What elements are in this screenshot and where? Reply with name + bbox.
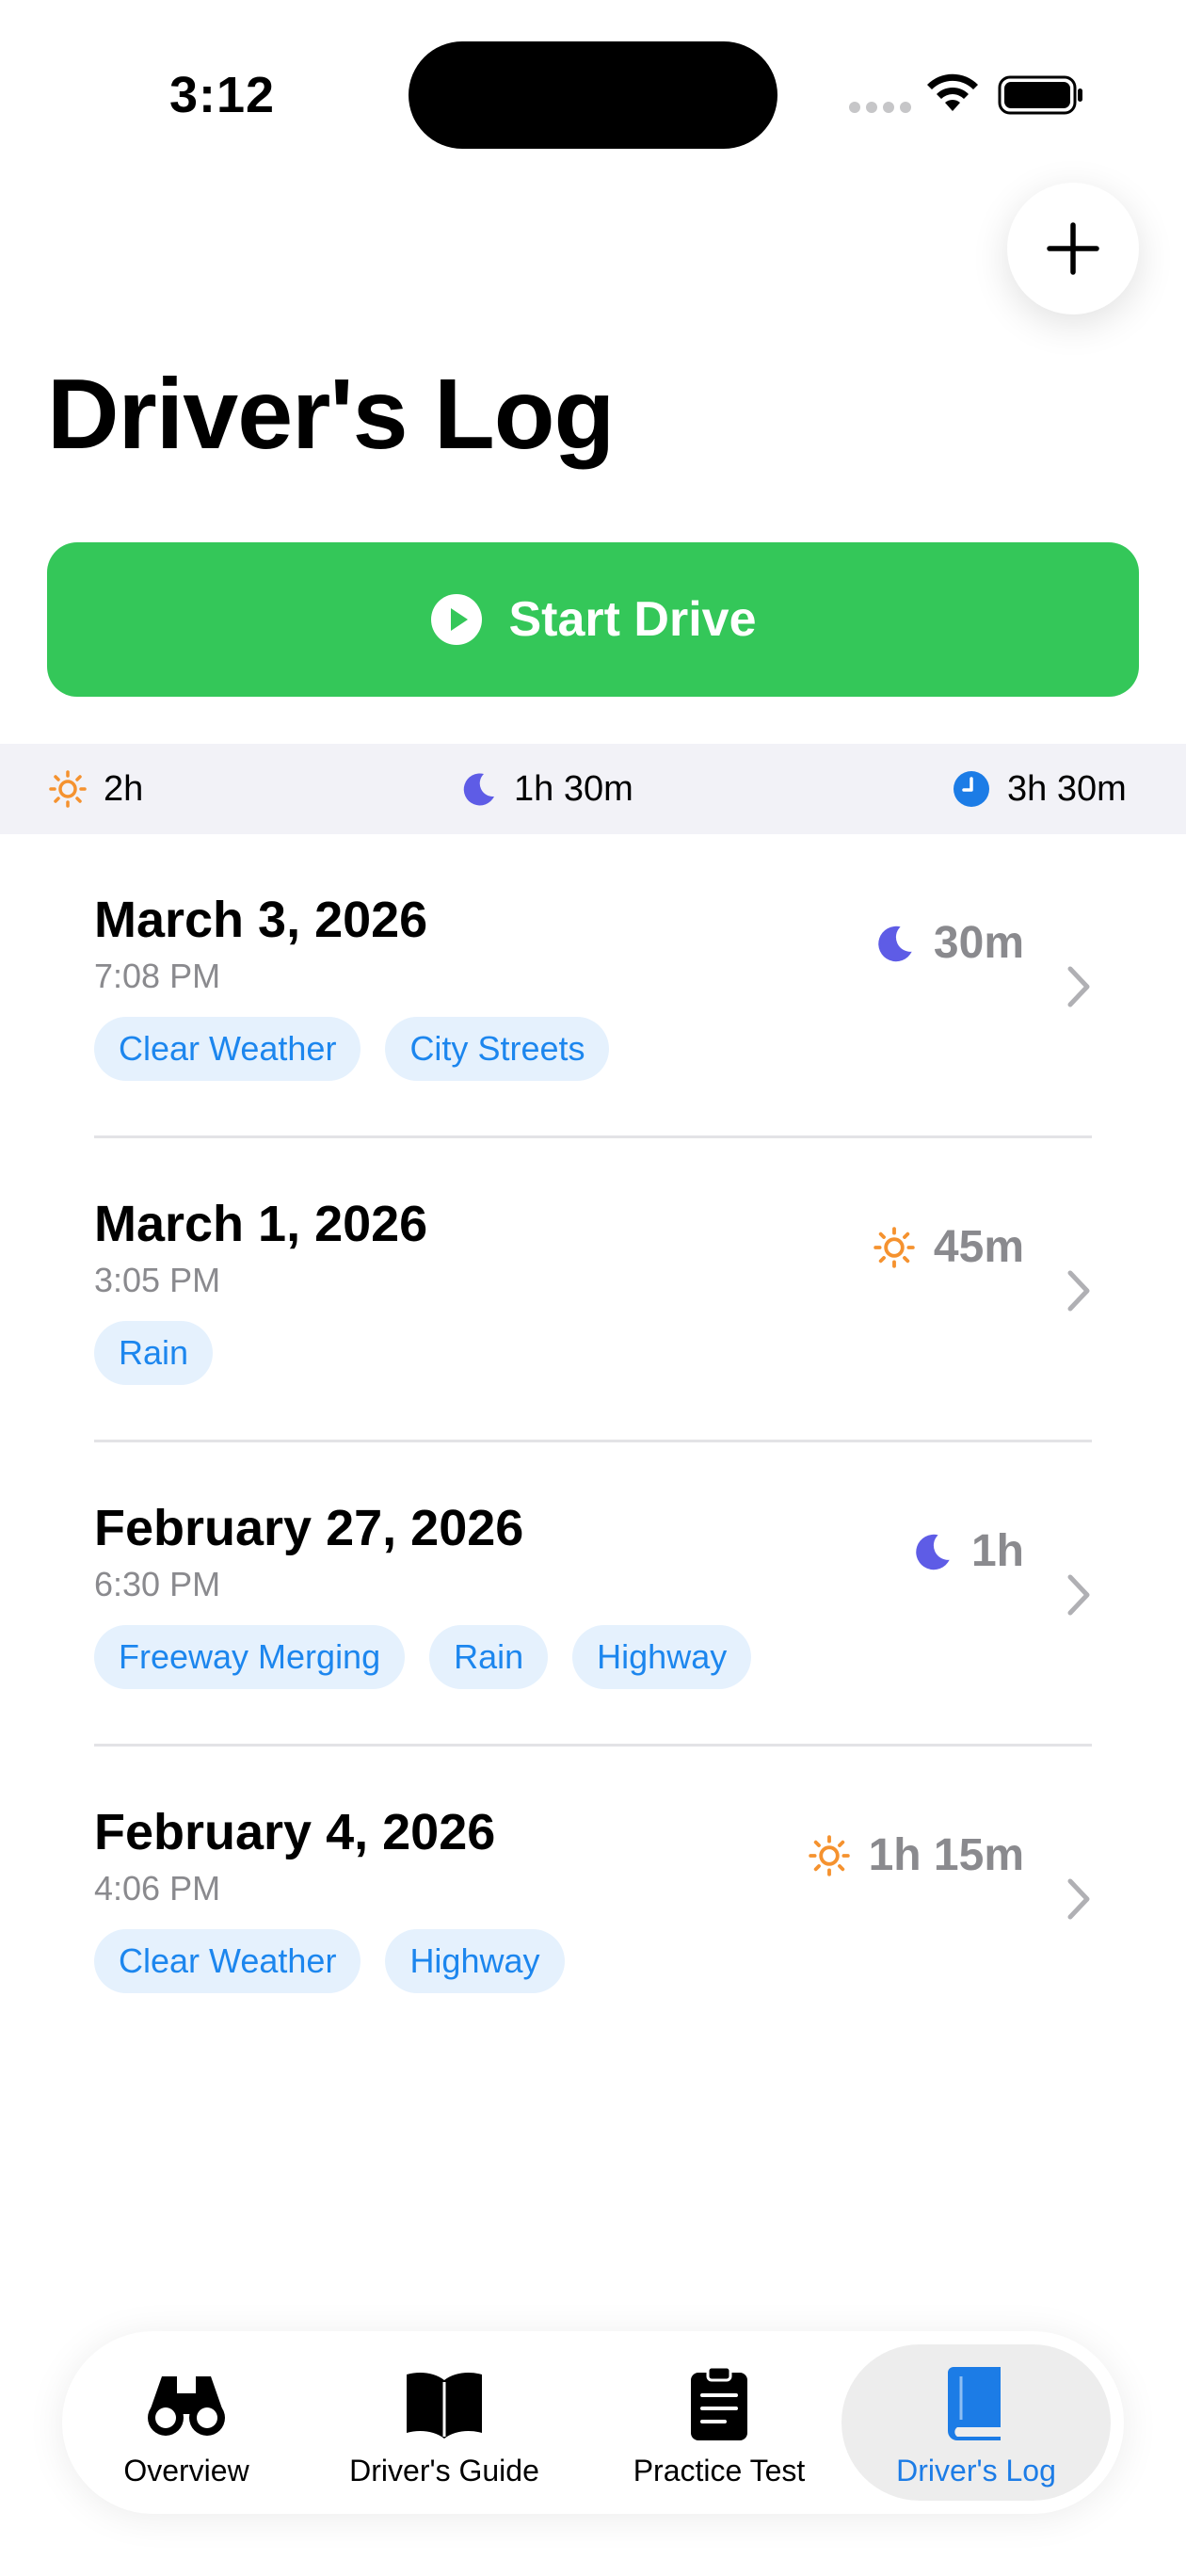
drive-tag: Clear Weather bbox=[94, 1929, 361, 1993]
summary-total: 3h 30m bbox=[953, 744, 1127, 834]
drive-duration: 45m bbox=[873, 1221, 1024, 1273]
tab-practice-test[interactable]: Practice Test bbox=[604, 2344, 834, 2501]
tab-overview[interactable]: Overview bbox=[100, 2344, 273, 2501]
drive-tags: Clear Weather City Streets bbox=[94, 1017, 610, 1081]
drive-row[interactable]: March 1, 2026 3:05 PM Rain 45m bbox=[0, 1138, 1186, 1442]
chevron-right-icon bbox=[1067, 1878, 1090, 1920]
drive-time: 3:05 PM bbox=[94, 1261, 221, 1299]
drive-tag: Rain bbox=[429, 1625, 549, 1689]
drive-tag: Highway bbox=[572, 1625, 752, 1689]
moon-icon bbox=[878, 926, 912, 961]
wifi-icon bbox=[927, 73, 978, 111]
drive-tag: Highway bbox=[385, 1929, 565, 1993]
moon-icon bbox=[463, 773, 494, 806]
tab-label: Driver's Log bbox=[896, 2454, 1056, 2487]
summary-day-value: 2h bbox=[104, 768, 144, 809]
drive-duration: 30m bbox=[873, 917, 1024, 969]
drive-tag: Rain bbox=[94, 1321, 214, 1385]
sun-icon bbox=[873, 1226, 915, 1268]
drive-row[interactable]: March 3, 2026 7:08 PM Clear Weather City… bbox=[0, 834, 1186, 1138]
clock-icon bbox=[954, 771, 989, 807]
moon-icon bbox=[916, 1534, 950, 1570]
drive-duration-value: 1h bbox=[970, 1526, 1024, 1576]
sun-icon bbox=[808, 1834, 850, 1876]
clipboard-icon bbox=[691, 2365, 747, 2440]
drive-tag: Clear Weather bbox=[94, 1017, 361, 1081]
drive-date: February 27, 2026 bbox=[94, 1500, 524, 1556]
book-open-icon bbox=[407, 2373, 482, 2439]
drive-tag: City Streets bbox=[385, 1017, 610, 1081]
drive-row[interactable]: February 4, 2026 4:06 PM Clear Weather H… bbox=[0, 1747, 1186, 2051]
drive-list: March 3, 2026 7:08 PM Clear Weather City… bbox=[0, 834, 1186, 2051]
cellular-signal-icon bbox=[849, 102, 911, 113]
drive-tag: Freeway Merging bbox=[94, 1625, 406, 1689]
chevron-right-icon bbox=[1067, 1574, 1090, 1616]
drive-time: 7:08 PM bbox=[94, 957, 221, 995]
status-bar: 3:12 bbox=[0, 0, 1186, 188]
book-closed-icon bbox=[948, 2367, 1001, 2440]
drive-tags: Freeway Merging Rain Highway bbox=[94, 1625, 752, 1689]
start-drive-button[interactable]: Start Drive bbox=[47, 542, 1139, 697]
summary-total-value: 3h 30m bbox=[1007, 768, 1127, 809]
page-title: Driver's Log bbox=[47, 359, 615, 470]
drive-date: February 4, 2026 bbox=[94, 1804, 496, 1860]
plus-icon bbox=[1047, 222, 1099, 275]
summary-night: 1h 30m bbox=[459, 744, 633, 834]
drive-time: 4:06 PM bbox=[94, 1869, 221, 1908]
drive-tags: Clear Weather Highway bbox=[94, 1929, 565, 1993]
drive-row[interactable]: February 27, 2026 6:30 PM Freeway Mergin… bbox=[0, 1442, 1186, 1747]
battery-icon bbox=[998, 75, 1082, 115]
drive-duration: 1h 15m bbox=[808, 1829, 1024, 1881]
tab-drivers-guide[interactable]: Driver's Guide bbox=[322, 2344, 567, 2501]
dynamic-island bbox=[409, 41, 777, 149]
tab-label: Practice Test bbox=[633, 2454, 806, 2487]
drive-duration-value: 30m bbox=[933, 918, 1024, 968]
tab-label: Driver's Guide bbox=[349, 2454, 539, 2487]
binoculars-icon bbox=[148, 2376, 225, 2436]
drive-tags: Rain bbox=[94, 1321, 214, 1385]
tab-drivers-log[interactable]: Driver's Log bbox=[841, 2344, 1111, 2501]
drive-time: 6:30 PM bbox=[94, 1565, 221, 1603]
drive-date: March 1, 2026 bbox=[94, 1196, 428, 1252]
status-time: 3:12 bbox=[169, 67, 276, 123]
drive-summary-bar: 2h 1h 30m 3h 30m bbox=[0, 744, 1186, 834]
sun-icon bbox=[49, 770, 87, 808]
chevron-right-icon bbox=[1067, 1270, 1090, 1312]
drive-duration: 1h bbox=[911, 1525, 1024, 1577]
drive-date: March 3, 2026 bbox=[94, 892, 428, 948]
summary-night-value: 1h 30m bbox=[514, 768, 633, 809]
tab-label: Overview bbox=[123, 2454, 249, 2487]
drive-duration-value: 1h 15m bbox=[868, 1830, 1024, 1880]
drive-duration-value: 45m bbox=[933, 1222, 1024, 1272]
start-drive-label: Start Drive bbox=[508, 592, 757, 647]
add-drive-button[interactable] bbox=[1007, 183, 1139, 314]
play-circle-icon bbox=[430, 594, 482, 645]
chevron-right-icon bbox=[1067, 966, 1090, 1007]
tab-bar: Overview Driver's Guide Practice Test Dr… bbox=[62, 2331, 1124, 2514]
summary-day: 2h bbox=[49, 744, 143, 834]
